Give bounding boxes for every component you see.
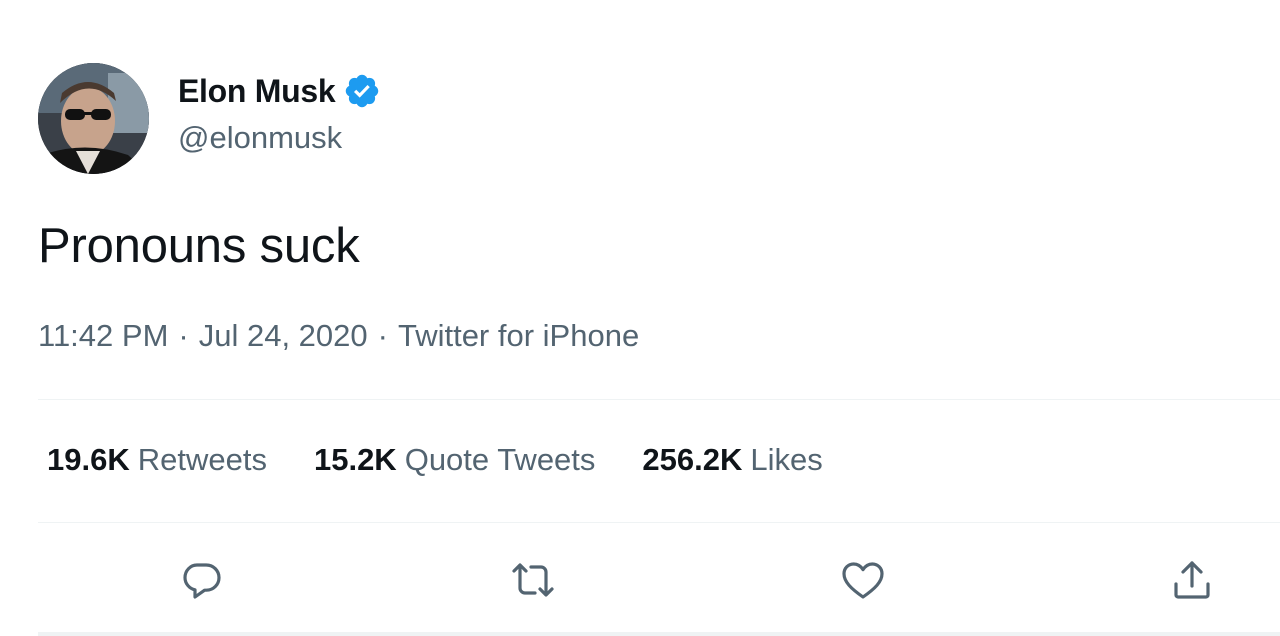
meta-separator: · — [178, 318, 189, 353]
tweet-source[interactable]: Twitter for iPhone — [398, 318, 639, 354]
heart-icon — [842, 562, 884, 599]
author-display-name[interactable]: Elon Musk — [178, 73, 336, 110]
share-button[interactable] — [1164, 552, 1220, 608]
reply-button[interactable] — [174, 552, 230, 608]
author-name-row[interactable]: Elon Musk — [178, 72, 381, 110]
like-button[interactable] — [835, 552, 891, 608]
share-icon — [1174, 561, 1210, 599]
avatar[interactable] — [38, 63, 149, 174]
tweet-date[interactable]: Jul 24, 2020 — [199, 318, 368, 354]
reply-icon — [183, 563, 221, 599]
quote-tweets-label: Quote Tweets — [404, 442, 596, 477]
tweet-time[interactable]: 11:42 PM — [38, 318, 168, 354]
avatar-image — [38, 63, 149, 174]
divider — [38, 399, 1280, 400]
divider — [38, 522, 1280, 523]
tweet-actions-bar — [0, 552, 1280, 608]
tweet-card: Elon Musk @elonmusk Pronouns suck 11:42 … — [0, 0, 1280, 636]
engagement-stats: 19.6K Retweets 15.2K Quote Tweets 256.2K Li… — [47, 442, 823, 478]
likes-label: Likes — [750, 442, 823, 477]
likes-stat[interactable]: 256.2K Likes — [642, 442, 822, 478]
retweet-icon — [512, 563, 554, 597]
author-handle[interactable]: @elonmusk — [178, 120, 342, 156]
meta-separator: · — [377, 318, 388, 353]
verified-badge-icon — [343, 72, 381, 110]
quote-tweets-count: 15.2K — [313, 442, 397, 477]
divider — [38, 632, 1280, 636]
retweets-stat[interactable]: 19.6K Retweets — [47, 442, 267, 478]
tweet-text: Pronouns suck — [38, 219, 360, 273]
likes-count: 256.2K — [642, 442, 743, 477]
retweet-button[interactable] — [505, 552, 561, 608]
retweets-label: Retweets — [137, 442, 267, 477]
quote-tweets-stat[interactable]: 15.2K Quote Tweets — [314, 442, 595, 478]
retweets-count: 19.6K — [47, 442, 130, 477]
tweet-metadata: 11:42 PM · Jul 24, 2020 · Twitter for iP… — [38, 318, 639, 354]
